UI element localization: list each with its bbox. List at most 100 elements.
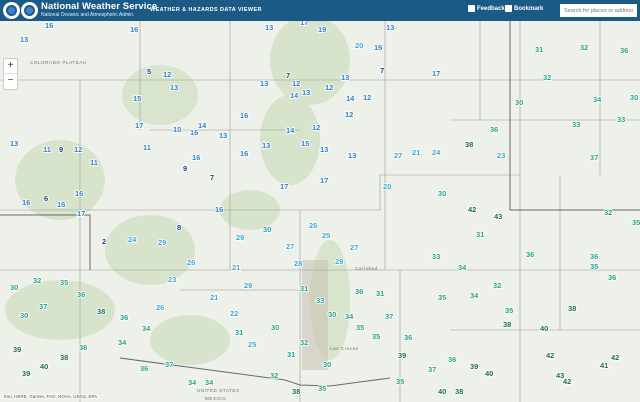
observation-value[interactable]: 27 [393,150,403,161]
observation-value[interactable]: 13 [319,144,329,155]
observation-value[interactable]: 21 [231,262,241,273]
observation-value[interactable]: 16 [21,197,31,208]
observation-value[interactable]: 39 [12,344,22,355]
observation-value[interactable]: 33 [315,295,325,306]
observation-value[interactable]: 34 [117,337,128,348]
observation-value[interactable]: 35 [317,383,327,394]
observation-value[interactable]: 28 [293,258,303,269]
observation-value[interactable]: 31 [234,327,244,338]
observation-value[interactable]: 31 [299,283,309,294]
observation-value[interactable]: 32 [269,370,279,381]
observation-value[interactable]: 13 [259,78,269,89]
observation-value[interactable]: 40 [39,361,49,372]
observation-value[interactable]: 13 [301,87,311,98]
observation-value[interactable]: 43 [555,370,565,381]
observation-value[interactable]: 35 [59,277,69,288]
observation-value[interactable]: 16 [373,42,383,53]
observation-value[interactable]: 33 [616,114,626,125]
observation-value[interactable]: 42 [610,352,620,363]
observation-value[interactable]: 11 [42,144,52,155]
observation-value[interactable]: 17 [299,21,309,28]
observation-value[interactable]: 31 [534,44,544,55]
observation-value[interactable]: 39 [397,350,407,361]
observation-value[interactable]: 16 [214,204,224,215]
observation-value[interactable]: 24 [127,234,138,245]
observation-value[interactable]: 9 [58,144,64,155]
observation-value[interactable]: 32 [492,280,502,291]
observation-value[interactable]: 35 [504,305,514,316]
observation-value[interactable]: 17 [279,181,289,192]
zoom-in-button[interactable]: + [4,59,17,74]
observation-value[interactable]: 34 [344,311,355,322]
observation-value[interactable]: 30 [270,322,280,333]
observation-value[interactable]: 12 [362,92,372,103]
observation-value[interactable]: 30 [514,97,524,108]
observation-value[interactable]: 38 [291,386,301,397]
observation-value[interactable]: 12 [291,78,301,89]
zoom-out-button[interactable]: − [4,74,17,88]
observation-value[interactable]: 35 [371,331,381,342]
observation-value[interactable]: 13 [261,140,271,151]
observation-value[interactable]: 19 [317,24,327,35]
observation-value[interactable]: 26 [186,257,196,268]
observation-value[interactable]: 29 [235,232,245,243]
observation-value[interactable]: 27 [349,242,359,253]
map-view[interactable]: COLORADO PLATEAU UNITED STATES MEXICO Carls… [0,21,640,402]
observation-value[interactable]: 13 [19,34,29,45]
observation-value[interactable]: 17 [76,208,86,219]
observation-value[interactable]: 36 [489,124,499,135]
observation-value[interactable]: 13 [340,72,350,83]
observation-value[interactable]: 36 [354,286,364,297]
observation-value[interactable]: 39 [469,361,479,372]
observation-value[interactable]: 13 [169,82,179,93]
observation-value[interactable]: 16 [129,24,139,35]
observation-value[interactable]: 37 [427,364,437,375]
observation-value[interactable]: 30 [322,359,332,370]
observation-value[interactable]: 35 [589,261,599,272]
observation-value[interactable]: 38 [454,386,464,397]
observation-value[interactable]: 38 [567,303,577,314]
observation-value[interactable]: 32 [32,275,42,286]
observation-value[interactable]: 32 [603,207,613,218]
observation-value[interactable]: 33 [571,119,581,130]
observation-value[interactable]: 34 [204,377,215,388]
observation-value[interactable]: 34 [187,377,198,388]
feedback-button[interactable]: Feedback [468,5,505,12]
observation-value[interactable]: 36 [78,342,88,353]
observation-value[interactable]: 36 [525,249,535,260]
observation-value[interactable]: 37 [164,359,174,370]
observation-value[interactable]: 32 [542,72,552,83]
observation-value[interactable]: 33 [431,251,441,262]
observation-value[interactable]: 25 [321,230,331,241]
observation-value[interactable]: 31 [375,288,385,299]
observation-value[interactable]: 14 [345,93,356,104]
observation-value[interactable]: 12 [73,144,83,155]
observation-value[interactable]: 36 [607,272,617,283]
observation-value[interactable]: 11 [142,142,152,153]
observation-value[interactable]: 20 [382,181,392,192]
observation-value[interactable]: 26 [308,220,318,231]
observation-value[interactable]: 39 [21,368,31,379]
observation-value[interactable]: 21 [411,147,421,158]
observation-value[interactable]: 38 [502,319,512,330]
observation-value[interactable]: 35 [437,292,447,303]
observation-value[interactable]: 36 [619,45,629,56]
observation-value[interactable]: 35 [395,376,405,387]
observation-value[interactable]: 31 [286,349,296,360]
observation-value[interactable]: 38 [464,139,474,150]
observation-value[interactable]: 12 [311,122,321,133]
observation-value[interactable]: 29 [157,237,167,248]
observation-value[interactable]: 17 [134,120,144,131]
observation-value[interactable]: 31 [475,229,485,240]
observation-value[interactable]: 5 [146,66,152,77]
observation-value[interactable]: 13 [385,22,395,33]
observation-value[interactable]: 7 [379,65,385,76]
search-input[interactable] [560,4,637,17]
observation-value[interactable]: 16 [74,188,84,199]
observation-value[interactable]: 30 [9,282,19,293]
observation-value[interactable]: 23 [496,150,506,161]
observation-value[interactable]: 13 [218,130,228,141]
observation-value[interactable]: 11 [89,157,99,168]
observation-value[interactable]: 13 [347,150,357,161]
observation-value[interactable]: 34 [457,262,468,273]
